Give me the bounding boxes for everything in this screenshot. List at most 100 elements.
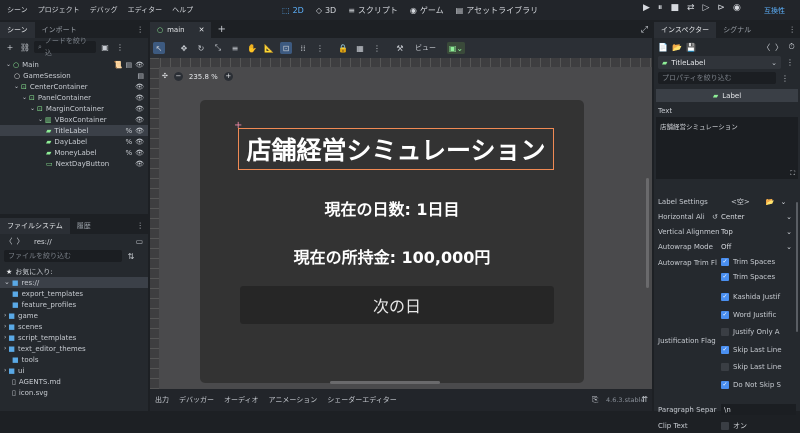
vertical-alignment-property[interactable]: Vertical Alignmen Top ⌄ [654,224,796,239]
vertical-scrollbar[interactable] [646,178,649,288]
reset-icon[interactable]: ↺ [712,213,721,221]
back-icon[interactable]: 〈 [5,238,13,246]
tab-signals[interactable]: シグナル [716,22,758,38]
label-settings-property[interactable]: Label Settings <空> 📂 ⌄ [654,194,796,209]
expand-panel-icon[interactable]: ⇈ [641,396,648,404]
grid-snap-icon[interactable]: ⁞⁞ [297,42,309,54]
pause-icon[interactable]: ⏸ [658,4,663,13]
tab-inspector[interactable]: インスペクター [654,22,717,38]
tab-scene[interactable]: シーン [0,22,35,38]
scene-tree-item[interactable]: ○ GameSession ▤ [0,70,148,81]
expand-editor-icon[interactable]: ⛶ [790,169,795,177]
file-item[interactable]: ▯ AGENTS.md [0,376,148,387]
menu-item[interactable]: エディター [123,5,168,15]
history-back-icon[interactable]: 〈 [762,41,771,53]
scene-tab-main[interactable]: ○ main ✕ [150,22,212,38]
visibility-eye-icon[interactable]: 👁 [135,138,144,146]
list-select-icon[interactable]: ≡ [229,42,241,54]
justification-option[interactable]: ✓ Do Not Skip S [721,378,782,392]
object-menu-icon[interactable]: ⋮ [784,57,796,69]
workspace-script[interactable]: ≡ スクリプト [348,5,398,16]
collapse-arrow-icon[interactable]: ⌄ [4,279,10,286]
checkbox-icon[interactable] [721,363,729,372]
horizontal-scrollbar[interactable] [330,381,440,384]
more-icon[interactable]: ⋮ [789,26,797,34]
folder-item[interactable]: ■ feature_profiles [0,299,148,310]
checkbox-icon[interactable]: ✓ [721,310,729,319]
new-resource-icon[interactable]: 📄 [658,41,668,53]
trim-option[interactable]: ✓ Trim Spaces [721,271,775,283]
add-node-icon[interactable]: + [4,41,16,53]
canvas-viewport[interactable]: ✣ − 235.8 % + 店舗経営シミュレーション + 現在の日数: 1日目 … [150,58,652,389]
workspace-3d[interactable]: ◇ 3D [316,5,336,16]
file-item[interactable]: ▯ icon.svg [0,387,148,398]
play-scene-icon[interactable]: ▷ [703,4,710,13]
scene-tree-item[interactable]: ▭ NextDayButton 👁 [0,158,148,169]
node-filter-input[interactable]: ⌕ ノードを絞り込 [34,37,96,57]
split-view-icon[interactable]: ▭ [136,238,143,246]
justification-option[interactable]: Justify Only A [721,326,782,340]
history-forward-icon[interactable]: 〉 [775,41,784,53]
next-day-button[interactable]: 次の日 [240,286,554,324]
scene-tree-item[interactable]: ⌄ ○ Main 📜 ▤ 👁 [0,59,148,70]
folder-item[interactable]: › ■ text_editor_themes [0,343,148,354]
bottom-tab[interactable]: デバッガー [179,395,214,405]
instance-icon[interactable]: ▣ [99,41,111,53]
chevron-down-icon[interactable]: ⌄ [780,198,786,206]
expand-arrow-icon[interactable]: › [4,334,6,341]
folder-item[interactable]: ■ export_templates [0,288,148,299]
ruler-tool-icon[interactable]: 📐 [263,42,275,54]
center-view-icon[interactable]: ✣ [162,73,168,80]
justification-option[interactable]: ✓ Skip Last Line [721,343,782,357]
filter-menu-icon[interactable]: ⋮ [114,41,126,53]
translation-icon[interactable]: % [125,138,132,146]
autowrap-mode-property[interactable]: Autowrap Mode Off ⌄ [654,239,796,254]
bottom-tab[interactable]: 出力 [155,395,169,405]
visibility-eye-icon[interactable]: 👁 [135,127,144,135]
layout-icon[interactable]: ⎘ [592,396,598,404]
lock-icon[interactable]: 🔒 [337,42,349,54]
checkbox-icon[interactable]: ✓ [721,380,729,389]
sort-icon[interactable]: ⇅ [125,250,137,262]
inspector-scrollbar[interactable] [796,202,798,332]
script-icon[interactable]: 📜 [114,61,123,69]
remote-debug-icon[interactable]: ⇄ [687,4,695,13]
view-menu[interactable]: ビュー [415,43,436,53]
expand-arrow-icon[interactable]: › [4,367,6,374]
bottom-tab[interactable]: オーディオ [224,395,259,405]
script-icon[interactable]: ▤ [137,72,144,80]
history-menu-icon[interactable]: ⏱ [787,41,796,53]
stop-icon[interactable]: ■ [670,4,679,13]
select-tool-icon[interactable]: ↖ [153,42,165,54]
zoom-level[interactable]: 235.8 % [189,73,218,81]
folder-root[interactable]: ⌄ ■ res:// [0,277,148,288]
skeleton-icon[interactable]: ⚒ [394,42,406,54]
layout-preset-icon[interactable]: ▣⌄ [447,42,465,54]
group-icon[interactable]: ▦ [354,42,366,54]
menu-item[interactable]: シーン [2,5,33,15]
collapse-arrow-icon[interactable]: ⌄ [22,94,27,101]
scene-tree-item[interactable]: ⌄ ⊡ CenterContainer 👁 [0,81,148,92]
menu-item[interactable]: ヘルプ [167,5,198,15]
workspace-2d[interactable]: ⬚ 2D [282,5,304,16]
scene-tree-item[interactable]: ▰ MoneyLabel% 👁 [0,147,148,158]
justification-option[interactable]: ✓ Kashida Justif [721,291,782,305]
movie-maker-icon[interactable]: ◉ [733,4,741,13]
folder-item[interactable]: ■ tools [0,354,148,365]
folder-item[interactable]: › ■ ui [0,365,148,376]
folder-icon[interactable]: 📂 [766,198,775,206]
load-resource-icon[interactable]: 📂 [672,41,682,53]
collapse-arrow-icon[interactable]: ⌄ [6,61,11,68]
folder-item[interactable]: › ■ script_templates [0,332,148,343]
collapse-arrow-icon[interactable]: ⌄ [14,83,19,90]
collapse-arrow-icon[interactable]: ⌄ [30,105,35,112]
visibility-eye-icon[interactable]: 👁 [135,116,144,124]
translation-icon[interactable]: % [125,149,132,157]
forward-icon[interactable]: 〉 [17,238,25,246]
workspace-asset-library[interactable]: ▤ アセットライブラリ [456,5,538,16]
close-icon[interactable]: ✕ [199,22,205,38]
scene-tree-item[interactable]: ⌄ ▥ VBoxContainer 👁 [0,114,148,125]
add-tab-icon[interactable]: + [217,25,225,35]
visibility-eye-icon[interactable]: 👁 [135,160,144,168]
checkbox-icon[interactable]: ✓ [721,293,729,302]
